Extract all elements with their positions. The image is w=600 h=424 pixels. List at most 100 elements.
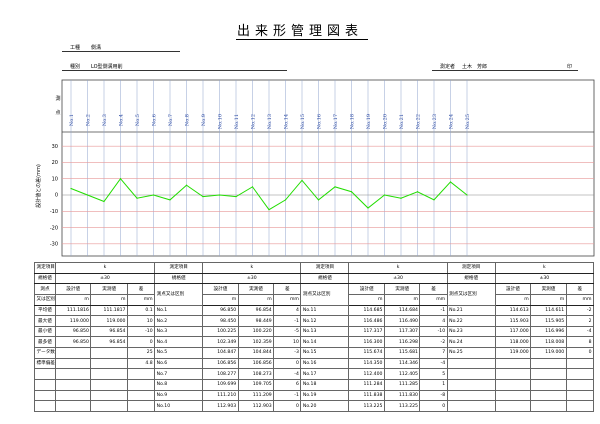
row-diff: -4 bbox=[419, 357, 448, 370]
x-station-label: No.17 bbox=[333, 114, 339, 129]
stat-actual bbox=[90, 357, 128, 370]
table-row: データ数 25 No.5 104.847 104.844 -3 No.15 115.674 11… bbox=[34, 347, 595, 359]
x-station-label: No.7 bbox=[168, 114, 174, 126]
data-point bbox=[169, 199, 171, 201]
measure-point-label-1: 測点 bbox=[34, 283, 56, 295]
row-actual: 100.220 bbox=[237, 325, 275, 338]
x-station-label: No.14 bbox=[283, 114, 289, 129]
row-actual: 106.856 bbox=[237, 357, 275, 370]
row-point: No.12 bbox=[300, 315, 350, 327]
col-diff-2: 差 bbox=[273, 283, 302, 295]
stat-empty bbox=[34, 368, 56, 381]
row-point: No.20 bbox=[300, 400, 350, 412]
row-point: No.10 bbox=[154, 400, 204, 412]
stat-design bbox=[54, 357, 92, 370]
stat-label: 標準偏差 bbox=[34, 357, 56, 370]
row-diff: 2 bbox=[565, 315, 595, 327]
measure-item-value-1: k bbox=[54, 262, 156, 274]
data-point bbox=[251, 186, 254, 188]
col-actual-3: 実測値 bbox=[383, 283, 421, 295]
stat-empty bbox=[54, 400, 92, 412]
row-diff bbox=[565, 389, 595, 402]
row-actual: 115.905 bbox=[530, 315, 567, 327]
top-axis-label-1: 測 bbox=[55, 95, 60, 102]
col-design-1: 設計値 bbox=[54, 283, 92, 295]
measure-item-value-4: k bbox=[494, 262, 595, 274]
unit-m-actual-1: m bbox=[90, 293, 128, 306]
unit-m-actual-4: m bbox=[530, 293, 567, 306]
data-point bbox=[86, 194, 89, 196]
row-design: 115.903 bbox=[494, 315, 532, 327]
col-diff-4: 差 bbox=[565, 283, 595, 295]
row-diff: 7 bbox=[419, 347, 448, 359]
row-diff: 8 bbox=[565, 336, 595, 349]
sub-label-1: 又は区別 bbox=[34, 293, 56, 306]
stat-empty bbox=[126, 389, 156, 402]
row-design bbox=[494, 400, 532, 412]
unit-m-design-4: m bbox=[494, 293, 532, 306]
row-point bbox=[446, 379, 496, 391]
row-design bbox=[494, 368, 532, 381]
measure-item-label-2: 測定項目 bbox=[154, 262, 204, 274]
row-diff: 1 bbox=[419, 379, 448, 391]
row-diff: -4 bbox=[273, 368, 302, 381]
row-diff: -3 bbox=[273, 347, 302, 359]
x-station-label: No.13 bbox=[267, 114, 273, 129]
spec-value-4: ±30 bbox=[494, 272, 595, 285]
row-point bbox=[446, 368, 496, 381]
stat-empty bbox=[90, 368, 128, 381]
spec-label-3: 規格値 bbox=[300, 272, 350, 285]
spec-label-4: 規格値 bbox=[446, 272, 496, 285]
stat-empty bbox=[126, 379, 156, 391]
row-diff bbox=[565, 400, 595, 412]
stat-actual: 111.1817 bbox=[90, 304, 128, 317]
row-actual: 116.996 bbox=[530, 325, 567, 338]
data-point bbox=[449, 181, 452, 183]
data-point bbox=[185, 184, 188, 186]
row-diff bbox=[565, 368, 595, 381]
x-station-label: No.16 bbox=[316, 114, 322, 129]
row-design bbox=[494, 357, 532, 370]
data-point bbox=[367, 207, 369, 209]
y-tick-label: 0 bbox=[55, 193, 58, 199]
row-point bbox=[446, 400, 496, 412]
row-point: No.5 bbox=[154, 347, 204, 359]
row-design: 111.210 bbox=[202, 389, 239, 402]
row-actual: 117.307 bbox=[383, 325, 421, 338]
row-point: No.25 bbox=[446, 347, 496, 359]
row-actual: 112.903 bbox=[237, 400, 275, 412]
row-diff: 0 bbox=[419, 400, 448, 412]
row-design bbox=[494, 379, 532, 391]
stat-empty bbox=[54, 379, 92, 391]
data-point bbox=[70, 187, 72, 190]
data-point bbox=[218, 194, 221, 196]
data-point bbox=[400, 197, 402, 199]
stat-design: 96.850 bbox=[54, 325, 92, 338]
row-design: 102.349 bbox=[202, 336, 239, 349]
data-point bbox=[433, 199, 435, 201]
row-actual bbox=[530, 357, 567, 370]
x-station-label: No.18 bbox=[349, 114, 355, 129]
stat-empty bbox=[126, 400, 156, 412]
row-point bbox=[446, 389, 496, 402]
row-design: 118.000 bbox=[494, 336, 532, 349]
row-actual: 119.000 bbox=[530, 347, 567, 359]
row-diff: -4 bbox=[565, 325, 595, 338]
spec-value-3: ±30 bbox=[348, 272, 448, 285]
row-actual: 114.611 bbox=[530, 304, 567, 317]
row-actual: 111.285 bbox=[383, 379, 421, 391]
col-diff-1: 差 bbox=[126, 283, 156, 295]
unit-mm-2: mm bbox=[273, 293, 302, 306]
stat-empty bbox=[54, 389, 92, 402]
row-design: 114.350 bbox=[348, 357, 385, 370]
row-actual: 109.705 bbox=[237, 379, 275, 391]
row-point: No.21 bbox=[446, 304, 496, 317]
x-station-label: No.9 bbox=[201, 114, 207, 126]
stat-label: データ数 bbox=[34, 347, 56, 359]
x-station-label: No.25 bbox=[465, 114, 471, 129]
top-axis-label-2: 点 bbox=[55, 110, 60, 116]
stat-diff: 4.8 bbox=[126, 357, 156, 370]
row-design: 109.699 bbox=[202, 379, 239, 391]
measure-item-value-3: k bbox=[348, 262, 448, 274]
x-station-label: No.24 bbox=[448, 114, 454, 129]
